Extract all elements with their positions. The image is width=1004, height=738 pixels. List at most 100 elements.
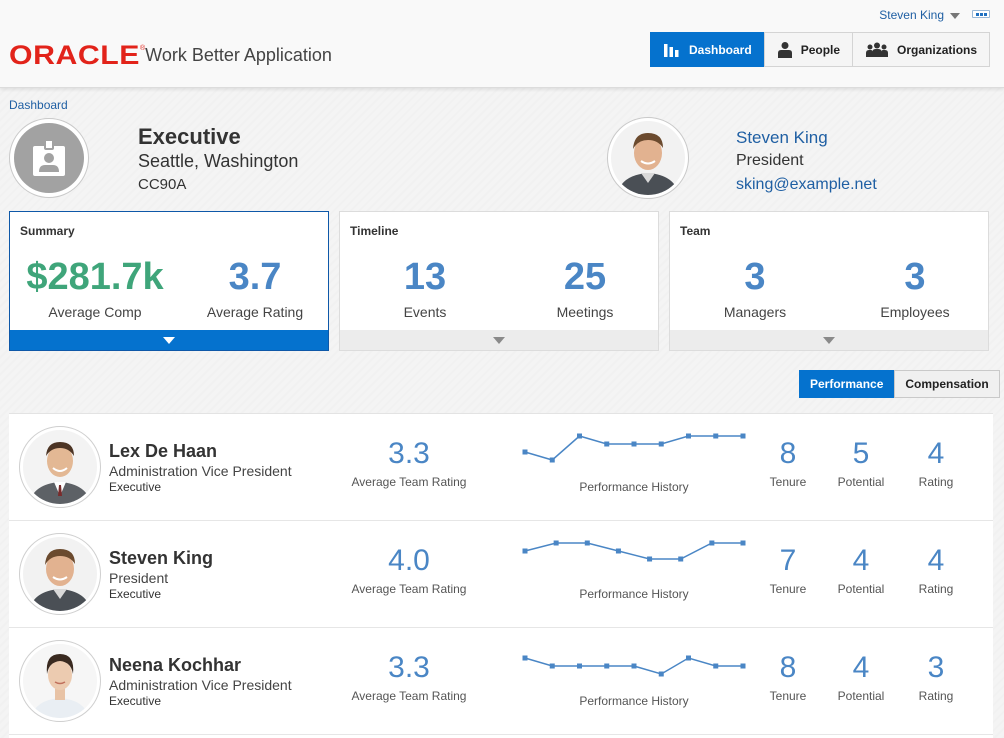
employee-row[interactable]: Neena Kochhar Administration Vice Presid… [9,628,993,735]
sparkline-point [713,663,719,669]
nav-people-button[interactable]: People [763,32,854,67]
timeline-card[interactable]: Timeline 13 Events 25 Meetings [339,211,659,351]
metric-value: $281.7k [26,256,164,298]
stat-label: Average Team Rating [351,582,467,596]
summary-card[interactable]: Summary $281.7k Average Comp 3.7 Average… [9,211,329,351]
man-portrait-image [611,121,685,195]
employee-title: Administration Vice President [109,463,292,479]
sparkline-line [524,435,743,461]
card-expand-bar[interactable] [340,330,658,350]
stat-value: 8 [779,437,797,470]
manager-name-link[interactable]: Steven King [736,128,828,148]
metric-value: 3 [744,256,766,298]
sparkline-point [615,548,621,554]
sparkline-point [658,441,664,447]
stat-value: 5 [852,437,870,470]
sparkline-point [604,441,610,447]
woman-portrait-image [23,644,97,718]
sparkline-point [740,663,746,669]
main-nav: Dashboard People Organizations [650,32,991,67]
rating-stat: 4 Rating [906,436,966,489]
man-portrait-image [23,430,97,504]
employee-row[interactable]: Lex De Haan Administration Vice Presiden… [9,414,993,521]
sparkline-label: Performance History [579,480,689,494]
performance-history-sparkline [522,655,746,677]
compensation-toggle-button[interactable]: Compensation [894,370,1000,398]
department-location: Seattle, Washington [138,151,299,171]
department-title: Executive [138,124,241,149]
performance-history-sparkline [522,540,746,562]
sparkline-label: Performance History [579,587,689,601]
stat-value: 3.3 [388,437,430,470]
nav-dashboard-button[interactable]: Dashboard [650,32,765,67]
sparkline-point [631,441,637,447]
caret-down-icon [493,336,505,344]
metric-average-rating: 3.7 Average Rating [175,254,335,320]
manager-title: President [736,152,804,169]
group-icon [866,42,889,57]
employee-avatar [19,640,101,722]
sparkline-point [577,663,582,669]
stat-label: Rating [918,475,954,489]
employee-title: Administration Vice President [109,677,292,693]
oracle-logo: ORACLE ® Work Better Application [9,42,332,69]
metric-value: 25 [563,256,607,298]
stat-value: 4 [927,544,945,577]
nav-organizations-button[interactable]: Organizations [852,32,991,67]
card-expand-bar[interactable] [10,330,328,350]
person-icon [777,41,792,58]
sparkline-point [522,548,528,554]
stat-value: 4 [852,651,870,684]
employee-department: Executive [109,480,162,494]
stat-label: Average Team Rating [351,689,467,703]
metric-managers: 3 Managers [675,254,835,320]
performance-toggle-button[interactable]: Performance [799,370,895,398]
employee-department: Executive [109,694,162,708]
sparkline-point [678,556,684,562]
tenure-stat: 8 Tenure [758,650,818,703]
avg-team-rating: 4.0 Average Team Rating [339,543,479,596]
tenure-stat: 8 Tenure [758,436,818,489]
stat-label: Tenure [769,689,807,703]
metric-label: Managers [723,304,787,320]
employee-row[interactable]: Steven King President Executive 4.0 Aver… [9,521,993,628]
sparkline-point [647,556,653,562]
rating-stat: 3 Rating [906,650,966,703]
caret-down-icon [823,336,835,344]
employee-title: President [109,570,169,586]
sparkline-point [604,663,610,669]
user-menu[interactable]: Steven King [879,8,960,22]
metric-value: 3.7 [228,256,282,298]
sparkline-point [740,540,746,546]
stat-label: Average Team Rating [351,475,467,489]
team-card[interactable]: Team 3 Managers 3 Employees [669,211,989,351]
department-avatar [9,118,89,198]
employee-name[interactable]: Steven King [109,548,213,569]
potential-stat: 4 Potential [831,650,891,703]
employee-avatar [19,426,101,508]
chevron-down-icon [950,12,960,19]
card-expand-bar[interactable] [670,330,988,350]
stat-label: Potential [837,689,885,703]
employee-name[interactable]: Neena Kochhar [109,655,241,676]
card-title: Timeline [350,224,399,238]
metric-value: 13 [403,256,447,298]
employee-department: Executive [109,587,162,601]
view-toggle: Performance Compensation [799,370,1000,398]
bar-chart-icon [664,43,679,57]
rating-stat: 4 Rating [906,543,966,596]
employee-name[interactable]: Lex De Haan [109,441,217,462]
manager-email-link[interactable]: sking@example.net [736,176,877,194]
employee-avatar [19,533,101,615]
nav-dashboard-label: Dashboard [689,42,752,57]
stat-value: 3 [927,651,945,684]
more-options-icon[interactable] [972,10,990,18]
avg-team-rating: 3.3 Average Team Rating [339,650,479,703]
sparkline-point [658,671,664,677]
sparkline-point [631,663,637,669]
sparkline-point [709,540,715,546]
nav-organizations-label: Organizations [897,42,978,57]
breadcrumb-dashboard[interactable]: Dashboard [9,98,68,112]
man-portrait-image [23,537,97,611]
stat-value: 7 [779,544,797,577]
